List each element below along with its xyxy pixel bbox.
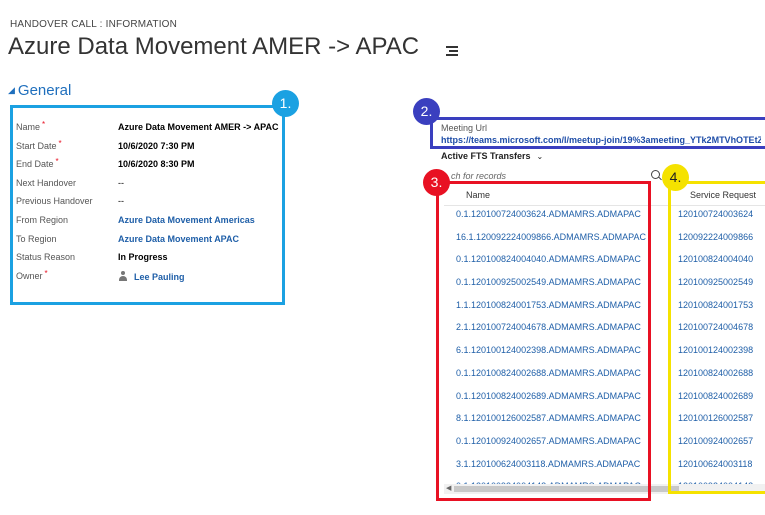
section-title-label: General (17, 82, 72, 99)
hamburger-menu-icon[interactable] (446, 46, 458, 56)
search-icon[interactable] (651, 170, 660, 179)
page-title: Azure Data Movement AMER -> APAC (8, 33, 420, 60)
callout-box-1 (10, 105, 285, 305)
view-selector-label: Active FTS Transfers (441, 151, 531, 161)
callout-box-4 (668, 181, 765, 494)
callout-badge-1: 1. (272, 90, 299, 117)
view-selector[interactable]: Active FTS Transfers ⌄ (441, 151, 543, 161)
collapse-triangle-icon[interactable]: ◢ (8, 85, 15, 95)
breadcrumb: HANDOVER CALL : INFORMATION (10, 19, 178, 30)
callout-box-2 (430, 117, 765, 149)
callout-badge-3: 3. (423, 169, 450, 196)
chevron-down-icon[interactable]: ⌄ (537, 152, 544, 161)
callout-badge-2: 2. (413, 98, 440, 125)
callout-box-3 (436, 181, 651, 501)
callout-badge-4: 4. (662, 164, 689, 191)
section-general-title[interactable]: ◢ General (8, 82, 71, 99)
